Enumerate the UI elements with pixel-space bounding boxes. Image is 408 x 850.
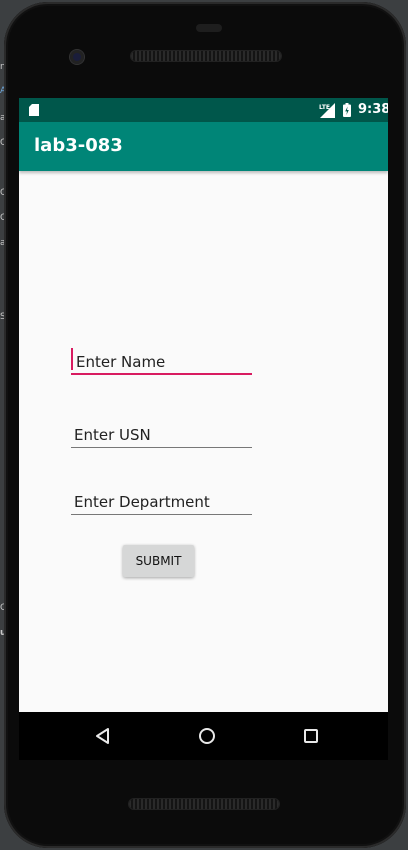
battery-charging-icon — [343, 103, 351, 117]
status-bar: LTE 9:38 — [19, 98, 388, 122]
lte-signal-icon: LTE — [319, 103, 335, 118]
recents-icon[interactable] — [299, 724, 323, 748]
app-title: lab3-083 — [34, 135, 123, 156]
department-field[interactable]: Enter Department — [71, 486, 252, 515]
navigation-bar — [19, 712, 388, 760]
name-field[interactable]: Enter Name — [71, 345, 252, 375]
earpiece — [196, 24, 222, 32]
usn-field[interactable]: Enter USN — [71, 419, 252, 448]
front-camera — [70, 50, 84, 64]
department-field-placeholder: Enter Department — [74, 493, 210, 511]
back-icon[interactable] — [91, 724, 115, 748]
text-cursor — [71, 348, 73, 370]
sd-card-icon — [29, 104, 39, 116]
app-bar: lab3-083 — [19, 122, 388, 171]
home-icon[interactable] — [195, 724, 219, 748]
status-clock: 9:38 — [358, 102, 388, 117]
device-screen: LTE 9:38 lab3-083 Enter Name Enter USN E… — [19, 98, 388, 712]
top-speaker-grille — [131, 51, 281, 61]
bottom-speaker-grille — [129, 799, 279, 809]
submit-button[interactable]: SUBMIT — [123, 545, 194, 577]
svg-text:LTE: LTE — [319, 104, 330, 111]
name-field-placeholder: Enter Name — [76, 353, 166, 371]
usn-field-placeholder: Enter USN — [74, 426, 151, 444]
